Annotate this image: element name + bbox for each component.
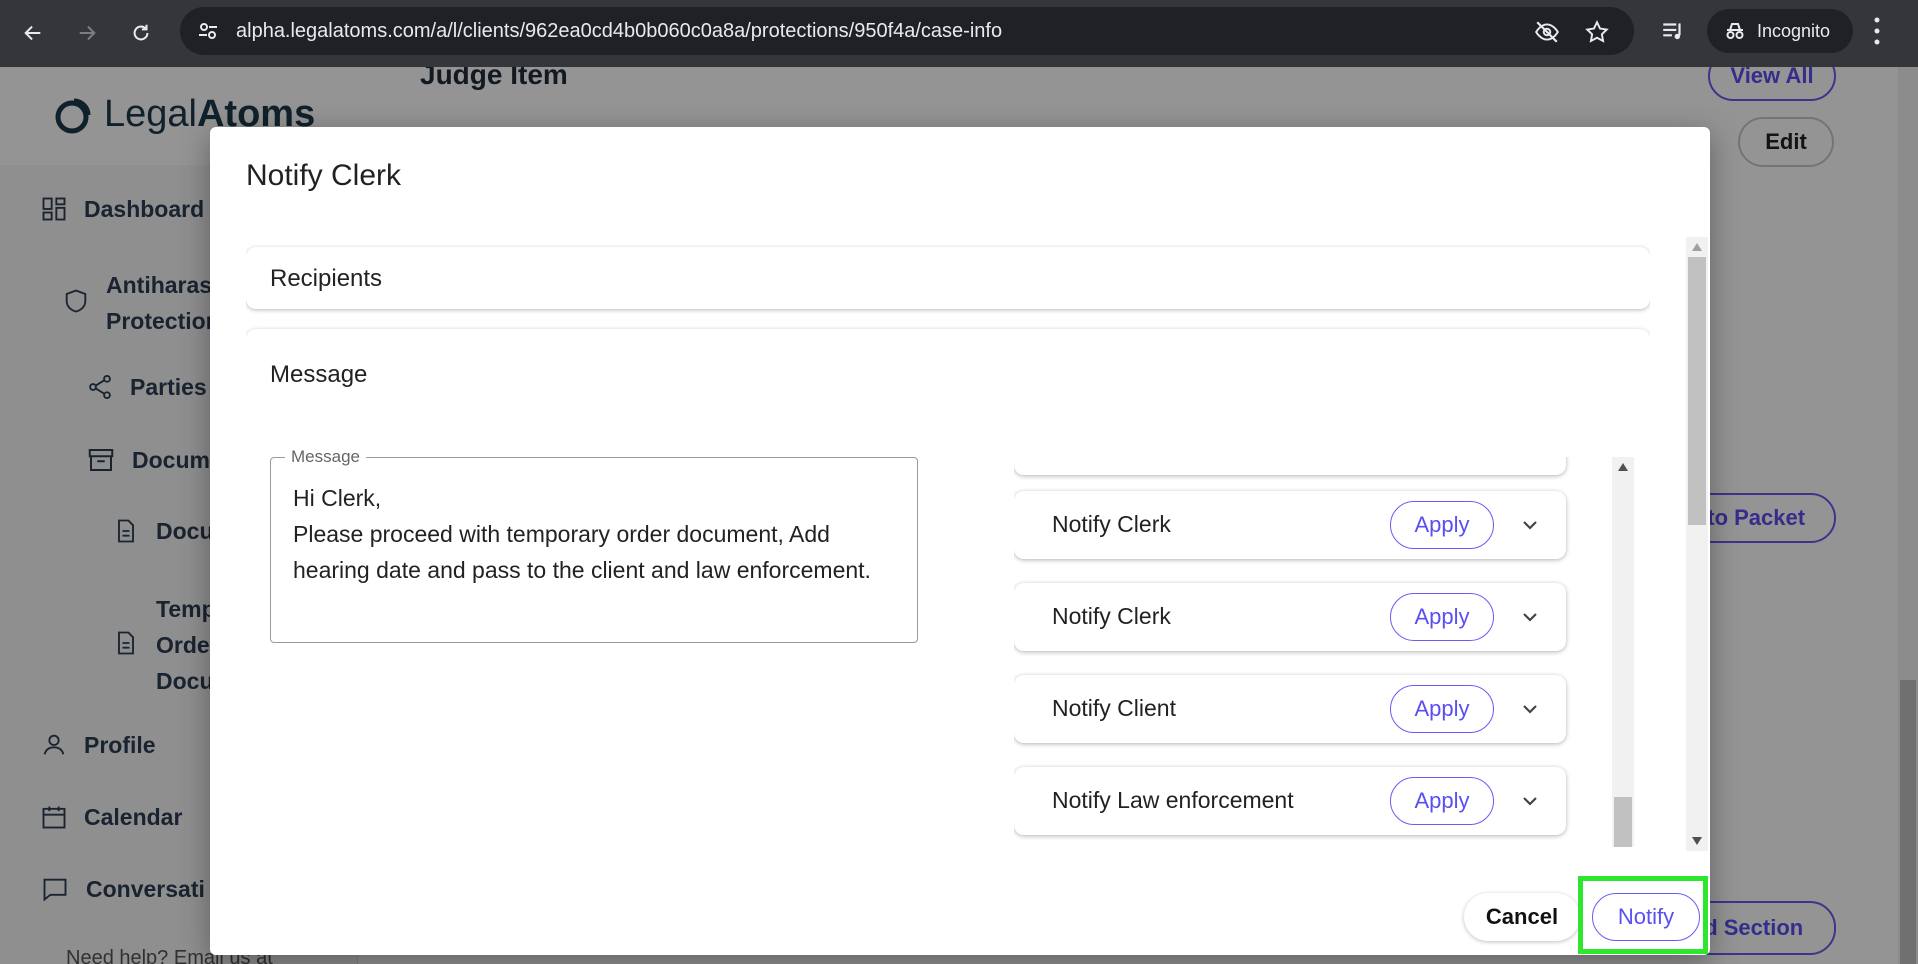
chevron-down-icon[interactable] xyxy=(1520,515,1540,535)
address-bar[interactable]: alpha.legalatoms.com/a/l/clients/962ea0c… xyxy=(180,7,1634,55)
media-queue-icon[interactable] xyxy=(1660,18,1686,44)
message-panel: Message Message Hi Clerk, Please proceed… xyxy=(246,329,1650,851)
apply-button[interactable]: Apply xyxy=(1390,685,1494,733)
apply-button[interactable]: Apply xyxy=(1390,501,1494,549)
back-button[interactable] xyxy=(14,14,52,52)
reload-button[interactable] xyxy=(122,14,160,52)
eye-off-icon xyxy=(1535,21,1559,43)
template-list: Notify Clerk Apply Notify Clerk Apply No… xyxy=(1014,457,1634,847)
site-settings-icon xyxy=(199,23,217,39)
template-card[interactable]: Notify Client Apply xyxy=(1014,675,1566,743)
message-field-label: Message xyxy=(285,447,366,467)
apply-button[interactable]: Apply xyxy=(1390,593,1494,641)
browser-toolbar: alpha.legalatoms.com/a/l/clients/962ea0c… xyxy=(0,0,1918,67)
scroll-up-icon[interactable] xyxy=(1618,463,1628,471)
message-textarea[interactable]: Message Hi Clerk, Please proceed with te… xyxy=(270,447,918,643)
chevron-down-icon[interactable] xyxy=(1520,791,1540,811)
arrow-right-icon xyxy=(79,25,96,41)
dialog-scrollbar-thumb[interactable] xyxy=(1688,257,1706,525)
arrow-left-icon xyxy=(24,25,41,41)
scroll-up-icon[interactable] xyxy=(1692,243,1702,251)
dialog-body: Recipients Message Message Hi Clerk, Ple… xyxy=(246,237,1650,851)
star-icon xyxy=(1585,20,1609,43)
template-card-partial xyxy=(1014,457,1566,475)
template-list-scrollbar[interactable] xyxy=(1612,457,1634,847)
message-text: Hi Clerk, Please proceed with temporary … xyxy=(293,485,871,583)
template-card[interactable]: Notify Law enforcement Apply xyxy=(1014,767,1566,835)
chevron-down-icon[interactable] xyxy=(1520,699,1540,719)
apply-button[interactable]: Apply xyxy=(1390,777,1494,825)
template-label: Notify Clerk xyxy=(1052,511,1171,537)
template-label: Notify Clerk xyxy=(1052,603,1171,629)
scroll-down-icon[interactable] xyxy=(1692,837,1702,845)
more-vert-icon[interactable] xyxy=(1872,14,1882,48)
message-title: Message xyxy=(270,361,368,388)
template-label: Notify Law enforcement xyxy=(1052,787,1294,813)
template-card[interactable]: Notify Clerk Apply xyxy=(1014,491,1566,559)
recipients-panel[interactable]: Recipients xyxy=(246,247,1650,309)
url-text: alpha.legalatoms.com/a/l/clients/962ea0c… xyxy=(236,20,1003,42)
notify-clerk-dialog: Notify Clerk Recipients Message Message … xyxy=(210,127,1710,955)
incognito-badge[interactable]: Incognito xyxy=(1707,9,1853,53)
chevron-down-icon[interactable] xyxy=(1520,607,1540,627)
dialog-title: Notify Clerk xyxy=(246,159,402,192)
notify-button[interactable]: Notify xyxy=(1592,893,1700,941)
reload-icon xyxy=(133,24,149,41)
incognito-label: Incognito xyxy=(1757,20,1831,41)
incognito-icon xyxy=(1726,23,1744,39)
template-label: Notify Client xyxy=(1052,695,1176,721)
forward-button[interactable] xyxy=(68,14,106,52)
template-list-scrollbar-thumb[interactable] xyxy=(1614,797,1632,847)
cancel-button[interactable]: Cancel xyxy=(1464,893,1580,941)
template-card[interactable]: Notify Clerk Apply xyxy=(1014,583,1566,651)
recipients-title: Recipients xyxy=(270,265,383,292)
